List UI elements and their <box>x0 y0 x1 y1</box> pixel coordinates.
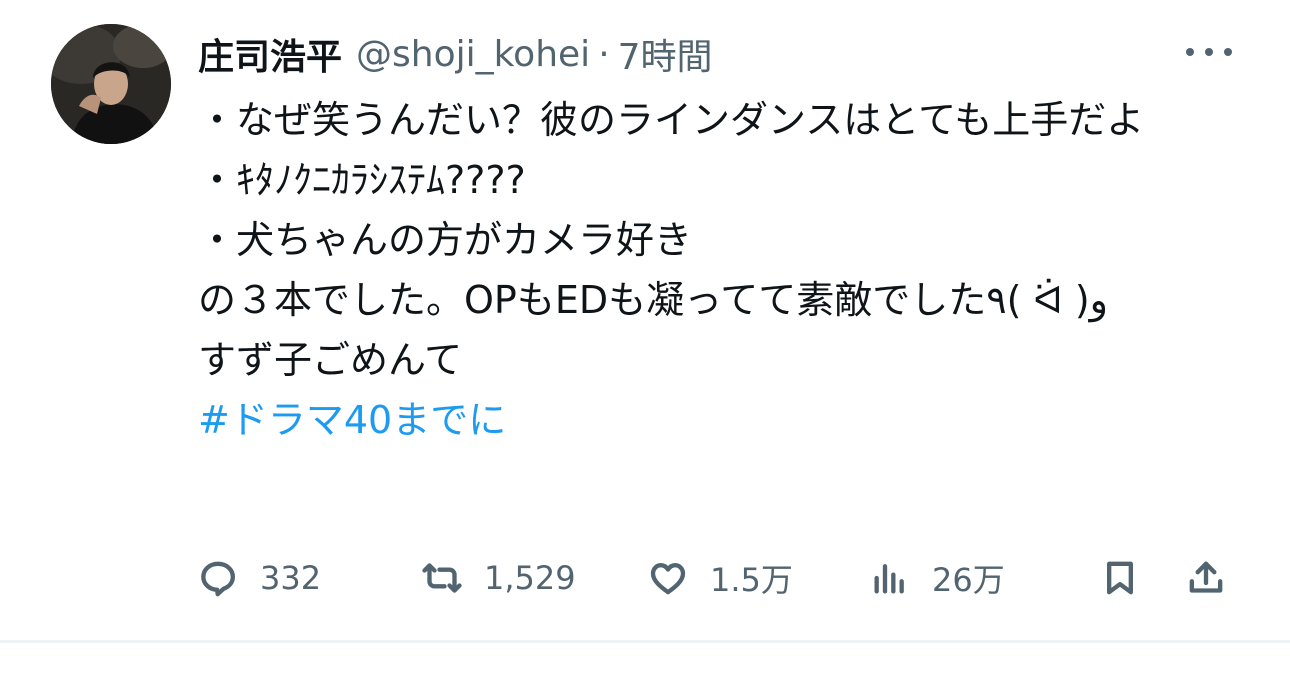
avatar[interactable] <box>51 24 171 144</box>
repost-button[interactable]: 1,529 <box>422 548 576 608</box>
tweet-text: ・なぜ笑うんだい？彼のラインダンスはとても上手だよ ・ｷﾀﾉｸﾆｶﾗｼｽﾃﾑ??… <box>198 90 1228 450</box>
tweet-text-line: の３本でした。OPもEDも凝ってて素敵でした٩( ᐛ )و <box>198 278 1109 322</box>
separator-dot: · <box>598 33 610 75</box>
repost-icon <box>422 563 462 593</box>
tweet-header: 庄司浩平 @shoji_kohei · 7時間 <box>198 28 713 80</box>
like-count: 1.5万 <box>710 561 793 599</box>
views-button[interactable]: 26万 <box>870 548 1005 608</box>
divider <box>0 640 1290 643</box>
views-icon <box>874 564 904 594</box>
views-count: 26万 <box>932 561 1005 599</box>
tweet-text-line: すず子ごめんて <box>198 338 463 382</box>
more-options-icon[interactable] <box>1186 42 1232 62</box>
timestamp[interactable]: 7時間 <box>618 28 713 80</box>
repost-count: 1,529 <box>484 559 576 597</box>
hashtag-link[interactable]: #ドラマ40までに <box>198 398 506 442</box>
share-button[interactable] <box>1186 548 1226 608</box>
bookmark-icon <box>1107 561 1133 595</box>
avatar-portrait-image <box>51 24 171 144</box>
bookmark-button[interactable] <box>1100 548 1140 608</box>
reply-button[interactable]: 332 <box>198 548 321 608</box>
action-bar: 332 1,529 1.5万 26万 <box>198 548 1238 608</box>
tweet-card[interactable]: 庄司浩平 @shoji_kohei · 7時間 ・なぜ笑うんだい？彼のラインダン… <box>0 0 1290 642</box>
tweet-text-line: ・なぜ笑うんだい？彼のラインダンスはとても上手だよ <box>198 98 1145 142</box>
share-icon <box>1189 561 1223 593</box>
display-name[interactable]: 庄司浩平 <box>198 28 342 80</box>
user-handle[interactable]: @shoji_kohei <box>356 34 590 75</box>
like-button[interactable]: 1.5万 <box>648 548 793 608</box>
heart-icon <box>650 563 686 595</box>
reply-icon <box>201 561 235 597</box>
tweet-text-line: ・犬ちゃんの方がカメラ好き <box>198 218 693 262</box>
tweet-text-line: ・ｷﾀﾉｸﾆｶﾗｼｽﾃﾑ???? <box>198 158 526 202</box>
reply-count: 332 <box>260 559 322 597</box>
